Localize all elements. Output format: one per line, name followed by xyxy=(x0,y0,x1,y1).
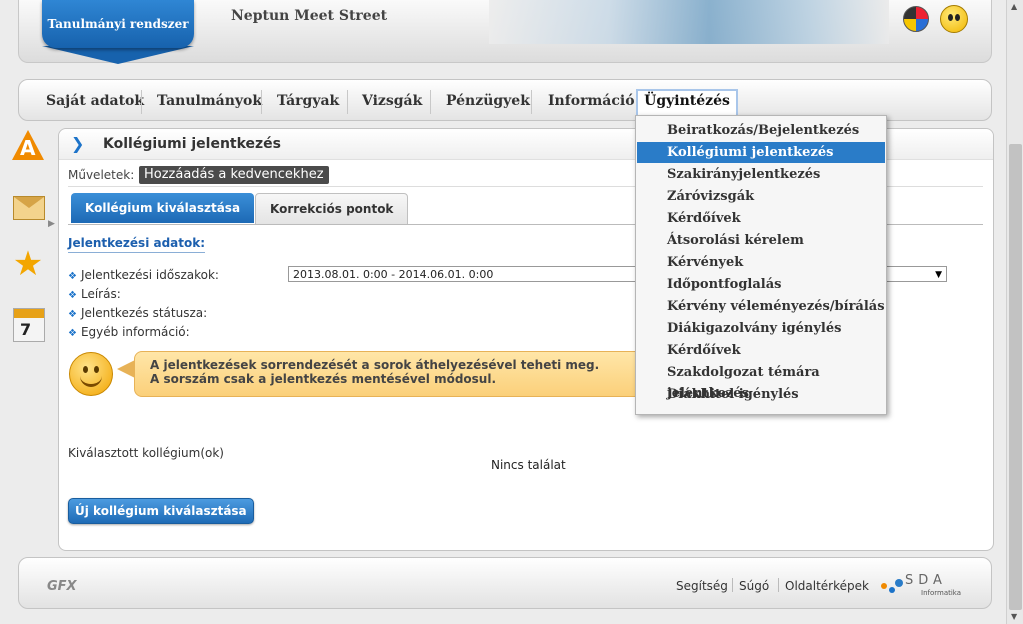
nav-separator xyxy=(141,90,142,114)
page-scrollbar[interactable]: ▲ ▼ xyxy=(1006,0,1023,624)
envelope-shape xyxy=(13,196,45,220)
other-info-label: Egyéb információ: xyxy=(80,325,190,339)
description-row: ❖ Leírás: xyxy=(68,287,121,301)
section-title: Jelentkezési adatok: xyxy=(68,236,206,253)
smiley-icon xyxy=(69,352,113,396)
chevron-right-icon: ❯ xyxy=(71,134,85,153)
a-letter-icon[interactable]: A xyxy=(10,130,46,166)
footer-separator xyxy=(732,578,733,592)
menu-item-diakhitel[interactable]: Diákhitel igénylés xyxy=(637,384,885,405)
nav-item-penzugyek[interactable]: Pénzügyek xyxy=(446,90,530,112)
bullet-icon: ❖ xyxy=(68,309,77,320)
sda-logo: SDA Informatika xyxy=(881,573,966,599)
hint-line-1: A jelentkezések sorrendezését a sorok át… xyxy=(150,358,600,372)
add-favorite-button[interactable]: Hozzáadás a kedvencekhez xyxy=(139,166,329,184)
scroll-down-icon[interactable]: ▼ xyxy=(1011,612,1017,621)
menu-item-szakiranyjelentkezes[interactable]: Szakirányjelentkezés xyxy=(637,164,885,185)
period-select-value: 2013.08.01. 0:00 - 2014.06.01. 0:00 xyxy=(293,268,494,281)
period-label: Jelentkezési időszakok: xyxy=(80,268,219,282)
brand-badge[interactable]: Tanulmányi rendszer xyxy=(42,0,194,48)
nav-item-vizsgak[interactable]: Vizsgák xyxy=(362,90,422,112)
menu-item-atsorolasi-kerelem[interactable]: Átsorolási kérelem xyxy=(637,230,885,251)
footer-link-sugo[interactable]: Súgó xyxy=(739,579,769,593)
status-row: ❖ Jelentkezés státusza: xyxy=(68,306,207,320)
menu-item-kervenyek[interactable]: Kérvények xyxy=(637,252,885,273)
description-label: Leírás: xyxy=(80,287,121,301)
calendar-day: 7 xyxy=(20,320,32,339)
sidebar-expand-icon[interactable]: ▶ xyxy=(48,219,55,229)
sda-logo-subtext: Informatika xyxy=(921,589,962,597)
tab-korrekcios-pontok[interactable]: Korrekciós pontok xyxy=(255,193,409,225)
scroll-up-icon[interactable]: ▲ xyxy=(1011,2,1017,11)
mail-icon[interactable] xyxy=(10,188,46,224)
gfx-logo: GFX xyxy=(47,579,77,594)
bullet-icon: ❖ xyxy=(68,328,77,339)
accessibility-icon[interactable] xyxy=(940,5,968,33)
nav-item-sajat-adatok[interactable]: Saját adatok xyxy=(46,90,144,112)
nav-separator xyxy=(531,90,532,114)
menu-item-zarovizsgak[interactable]: Záróvizsgák xyxy=(637,186,885,207)
nav-separator xyxy=(430,90,431,114)
brand-badge-tail xyxy=(42,46,194,64)
ugyintezes-dropdown: Beiratkozás/Bejelentkezés Kollégiumi jel… xyxy=(635,115,887,415)
menu-item-szakdolgozat[interactable]: Szakdolgozat témára jelentkezés xyxy=(637,362,885,401)
a-letter-glyph: A xyxy=(20,136,36,160)
dropdown-arrow-icon[interactable]: ▼ xyxy=(935,267,942,283)
star-icon[interactable]: ★ xyxy=(10,246,46,282)
nav-item-tanulmanyok[interactable]: Tanulmányok xyxy=(157,90,262,112)
new-college-button[interactable]: Új kollégium kiválasztása xyxy=(68,498,254,524)
logo-dot xyxy=(895,579,903,587)
footer-link-segitseg[interactable]: Segítség xyxy=(676,579,728,593)
status-label: Jelentkezés státusza: xyxy=(80,306,208,320)
operations-label: Műveletek: xyxy=(68,168,135,182)
footer-link-oldalterkep[interactable]: Oldaltérképek xyxy=(785,579,869,593)
hint-line-2: A sorszám csak a jelentkezés mentésével … xyxy=(150,372,497,386)
menu-item-idopontfoglalas[interactable]: Időpontfoglalás xyxy=(637,274,885,295)
bullet-icon: ❖ xyxy=(68,271,77,282)
nav-item-ugyintezes[interactable]: Ügyintézés xyxy=(636,89,738,115)
menu-item-diakigazolvany[interactable]: Diákigazolvány igénylés xyxy=(637,318,885,339)
scroll-thumb[interactable] xyxy=(1009,144,1022,610)
menu-item-kerveny-velemenyezes[interactable]: Kérvény véleményezés/bírálás xyxy=(637,296,885,317)
nav-item-targyak[interactable]: Tárgyak xyxy=(277,90,339,112)
logo-dot xyxy=(889,587,895,593)
site-title: Neptun Meet Street xyxy=(231,8,388,24)
nav-item-informacio[interactable]: Információ xyxy=(548,90,635,112)
menu-item-kerdoivek[interactable]: Kérdőívek xyxy=(637,208,885,229)
bullet-icon: ❖ xyxy=(68,290,77,301)
menu-item-kerdoivek-2[interactable]: Kérdőívek xyxy=(637,340,885,361)
sda-logo-text: SDA xyxy=(905,573,947,588)
menu-item-kollegiumi-jelentkezes[interactable]: Kollégiumi jelentkezés xyxy=(637,142,885,163)
period-row: ❖ Jelentkezési időszakok: xyxy=(68,268,219,282)
page-title: Kollégiumi jelentkezés xyxy=(103,136,282,152)
menu-item-beiratkozas[interactable]: Beiratkozás/Bejelentkezés xyxy=(637,120,885,141)
nav-separator xyxy=(347,90,348,114)
footer-separator xyxy=(778,578,779,592)
selected-colleges-label: Kiválasztott kollégium(ok) xyxy=(68,446,224,460)
calendar-icon[interactable]: 7 xyxy=(10,306,46,342)
tab-kollegium-kivalasztasa[interactable]: Kollégium kiválasztása xyxy=(71,193,255,223)
other-info-row: ❖ Egyéb információ: xyxy=(68,325,190,339)
color-theme-icon[interactable] xyxy=(903,6,929,32)
logo-dot xyxy=(881,583,887,589)
hint-bubble: A jelentkezések sorrendezését a sorok át… xyxy=(117,351,654,397)
no-result-text: Nincs találat xyxy=(491,458,566,472)
header-decoration xyxy=(489,0,889,44)
smiley-mouth xyxy=(80,373,102,387)
footer: GFX Segítség Súgó Oldaltérképek SDA Info… xyxy=(18,557,992,609)
nav-separator xyxy=(261,90,262,114)
